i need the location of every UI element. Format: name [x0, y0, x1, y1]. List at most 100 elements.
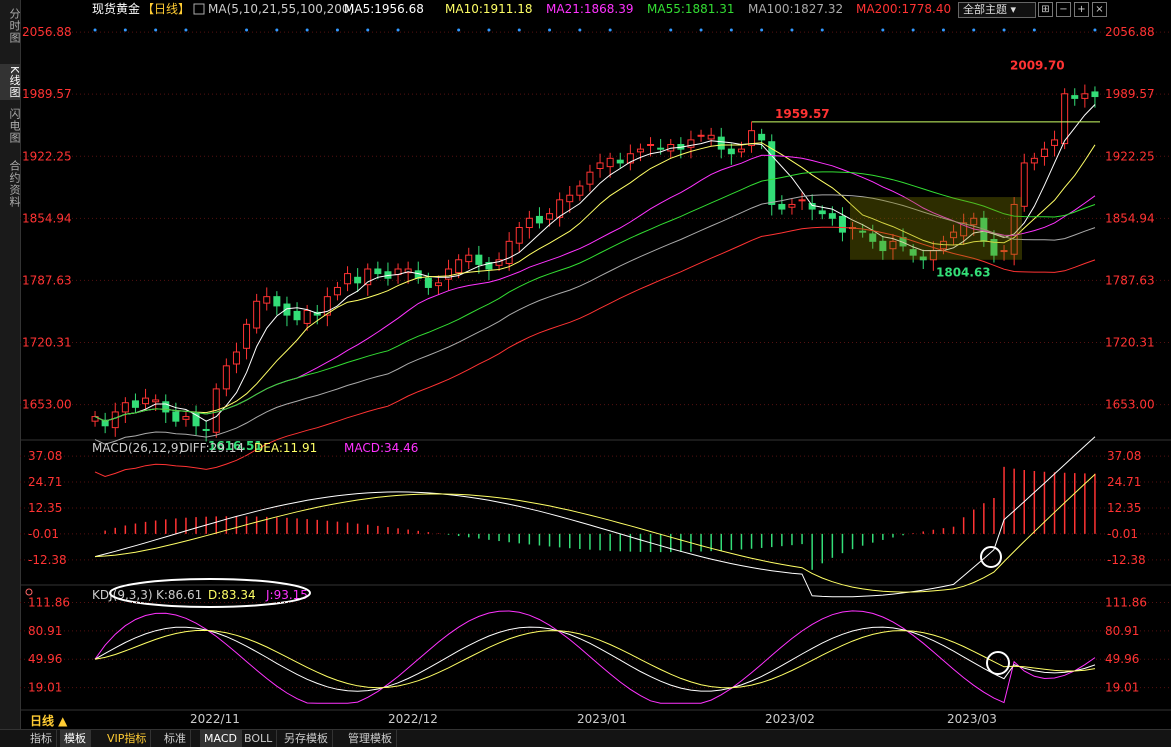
- signal-dot: [578, 28, 582, 32]
- macd-dea-line: [94, 474, 1096, 593]
- candle-body: [1071, 95, 1079, 99]
- x-tick-label: 2023/01: [577, 712, 627, 726]
- signal-dot: [154, 28, 158, 32]
- signal-dot: [335, 28, 339, 32]
- chart-icon: [193, 3, 205, 15]
- tab-vip-indicators[interactable]: VIP指标: [103, 730, 152, 747]
- ma-legend-4: MA100:1827.32: [748, 2, 843, 16]
- macd-y-tick-left: 37.08: [28, 449, 62, 463]
- period-button[interactable]: 日线 ▲: [30, 712, 67, 729]
- annotation-low-1: 1804.63: [936, 266, 991, 280]
- macd-legend-2: DEA:11.91: [254, 441, 317, 455]
- close-icon[interactable]: ×: [1092, 2, 1107, 17]
- signal-dot: [1093, 28, 1097, 32]
- y-tick-left: 1854.94: [22, 211, 72, 225]
- candle-body: [424, 277, 432, 288]
- theme-label: 全部主题: [963, 3, 1007, 16]
- ma-legend-3: MA55:1881.31: [647, 2, 735, 16]
- tab-minute-chart[interactable]: 分时图: [0, 4, 21, 48]
- candle-body: [202, 428, 210, 431]
- candle-body: [253, 300, 261, 329]
- candle-body: [374, 268, 382, 275]
- tab-macd[interactable]: MACD: [200, 730, 242, 747]
- candle-body: [596, 162, 604, 169]
- signal-dot: [487, 28, 491, 32]
- minus-icon[interactable]: −: [1056, 2, 1071, 17]
- signal-dot: [790, 28, 794, 32]
- candle-body: [1040, 148, 1048, 157]
- candle-body: [586, 171, 594, 185]
- chart-area[interactable]: 现货黄金 【日线】 MA(5,10,21,55,100,200)MA5:1956.6…: [20, 0, 1171, 730]
- x-tick-label: 2022/12: [388, 712, 438, 726]
- signal-dot: [548, 28, 552, 32]
- signal-dot: [184, 28, 188, 32]
- candle-body: [232, 351, 240, 365]
- tab-boll[interactable]: BOLL: [240, 730, 278, 747]
- y-tick-left: 2056.88: [22, 25, 72, 39]
- ma-legend-0: MA5:1956.68: [344, 2, 424, 16]
- candle-body: [1061, 93, 1069, 145]
- candle-body: [525, 217, 533, 228]
- signal-dot: [366, 28, 370, 32]
- candle-body: [475, 254, 483, 265]
- macd-y-tick-right: 12.35: [1107, 501, 1141, 515]
- y-tick-right: 1922.25: [1105, 149, 1155, 163]
- signal-dot: [1002, 28, 1006, 32]
- annotation-high: 2009.70: [1010, 59, 1065, 73]
- highlight-box: [850, 197, 1022, 260]
- macd-y-tick-right: -12.38: [1107, 553, 1146, 567]
- tab-k-line[interactable]: K线图: [0, 64, 21, 100]
- candle-body: [293, 310, 301, 321]
- tab-indicators[interactable]: 指标: [26, 730, 57, 747]
- tab-templates[interactable]: 模板: [60, 730, 91, 747]
- tab-manage-template[interactable]: 管理模板: [344, 730, 397, 747]
- y-tick-right: 1653.00: [1105, 398, 1155, 412]
- candle-body: [818, 210, 826, 215]
- signal-dot: [699, 28, 703, 32]
- ma-legend-2: MA21:1868.39: [546, 2, 634, 16]
- candle-body: [1051, 139, 1059, 146]
- kdj-legend-3: J:93.15: [265, 588, 308, 602]
- ma-legend-1: MA10:1911.18: [445, 2, 533, 16]
- candle-body: [697, 134, 705, 137]
- candle-body: [707, 134, 715, 140]
- ma-legend-5: MA200:1778.40: [856, 2, 951, 16]
- candle-body: [606, 157, 614, 168]
- kdj-y-tick-right: 49.96: [1105, 652, 1139, 666]
- y-tick-left: 1989.57: [22, 87, 72, 101]
- candle-body: [333, 286, 341, 296]
- y-tick-left: 1653.00: [22, 398, 72, 412]
- tab-flash-chart[interactable]: 闪电图: [0, 104, 21, 148]
- candle-body: [162, 401, 170, 413]
- signal-dot: [1032, 28, 1036, 32]
- candle-body: [566, 194, 574, 203]
- tab-save-template[interactable]: 另存模板: [280, 730, 333, 747]
- kdj-y-tick-right: 111.86: [1105, 595, 1147, 609]
- signal-dot: [972, 28, 976, 32]
- tab-contract-info[interactable]: 合约资料: [0, 156, 21, 212]
- plus-icon[interactable]: +: [1074, 2, 1089, 17]
- candle-body: [243, 323, 251, 349]
- candle-body: [546, 213, 554, 220]
- tab-standard[interactable]: 标准: [160, 730, 191, 747]
- candle-body: [344, 273, 352, 285]
- candle-body: [142, 397, 150, 405]
- signal-dot: [669, 28, 673, 32]
- theme-select[interactable]: 全部主题 ▾: [958, 2, 1036, 18]
- macd-y-tick-right: 37.08: [1107, 449, 1141, 463]
- candle-body: [535, 215, 543, 224]
- grid-icon[interactable]: ⊞: [1038, 2, 1053, 17]
- candle-body: [111, 411, 119, 429]
- candle-body: [838, 215, 846, 233]
- candle-body: [131, 400, 139, 408]
- candle-body: [727, 148, 735, 155]
- y-tick-right: 1854.94: [1105, 211, 1155, 225]
- candle-body: [828, 213, 836, 219]
- x-tick-label: 2022/11: [190, 712, 240, 726]
- x-tick-label: 2023/02: [765, 712, 815, 726]
- signal-dot: [517, 28, 521, 32]
- macd-highlight-circle: [980, 546, 1002, 568]
- macd-legend-3: MACD:34.46: [344, 441, 418, 455]
- ma-line-ma5: [94, 104, 1096, 422]
- period-tag: 【日线】: [142, 2, 190, 16]
